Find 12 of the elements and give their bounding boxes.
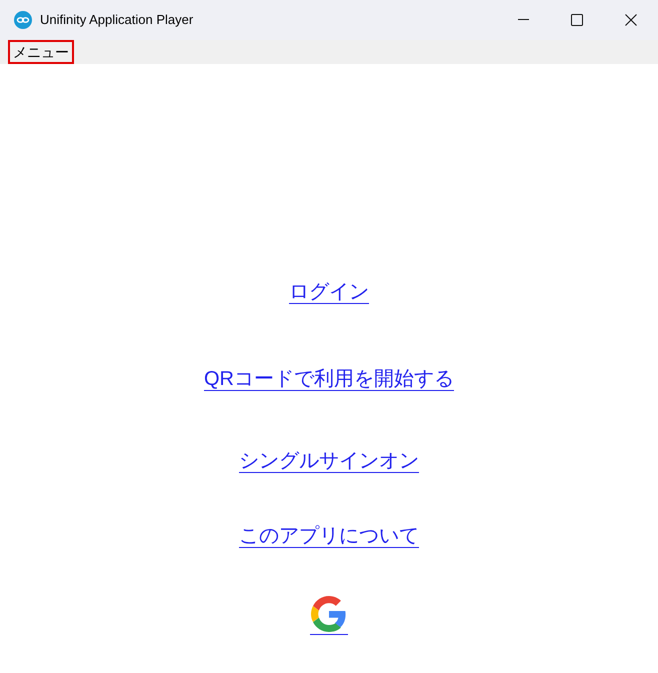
google-logo-icon (311, 596, 347, 632)
link[interactable]: このアプリについて (239, 523, 419, 549)
maximize-icon (571, 14, 583, 26)
link[interactable]: シングルサインオン (239, 448, 419, 474)
link[interactable]: ログイン (289, 279, 369, 305)
link[interactable]: QRコードで利用を開始する (204, 366, 454, 392)
google-sign-in-link[interactable] (310, 596, 348, 635)
menu-item[interactable]: メニュー (8, 40, 74, 64)
app-logo-icon (14, 11, 32, 29)
minimize-icon (518, 19, 528, 21)
window-title: Unifinity Application Player (40, 11, 194, 30)
close-icon (625, 14, 637, 26)
